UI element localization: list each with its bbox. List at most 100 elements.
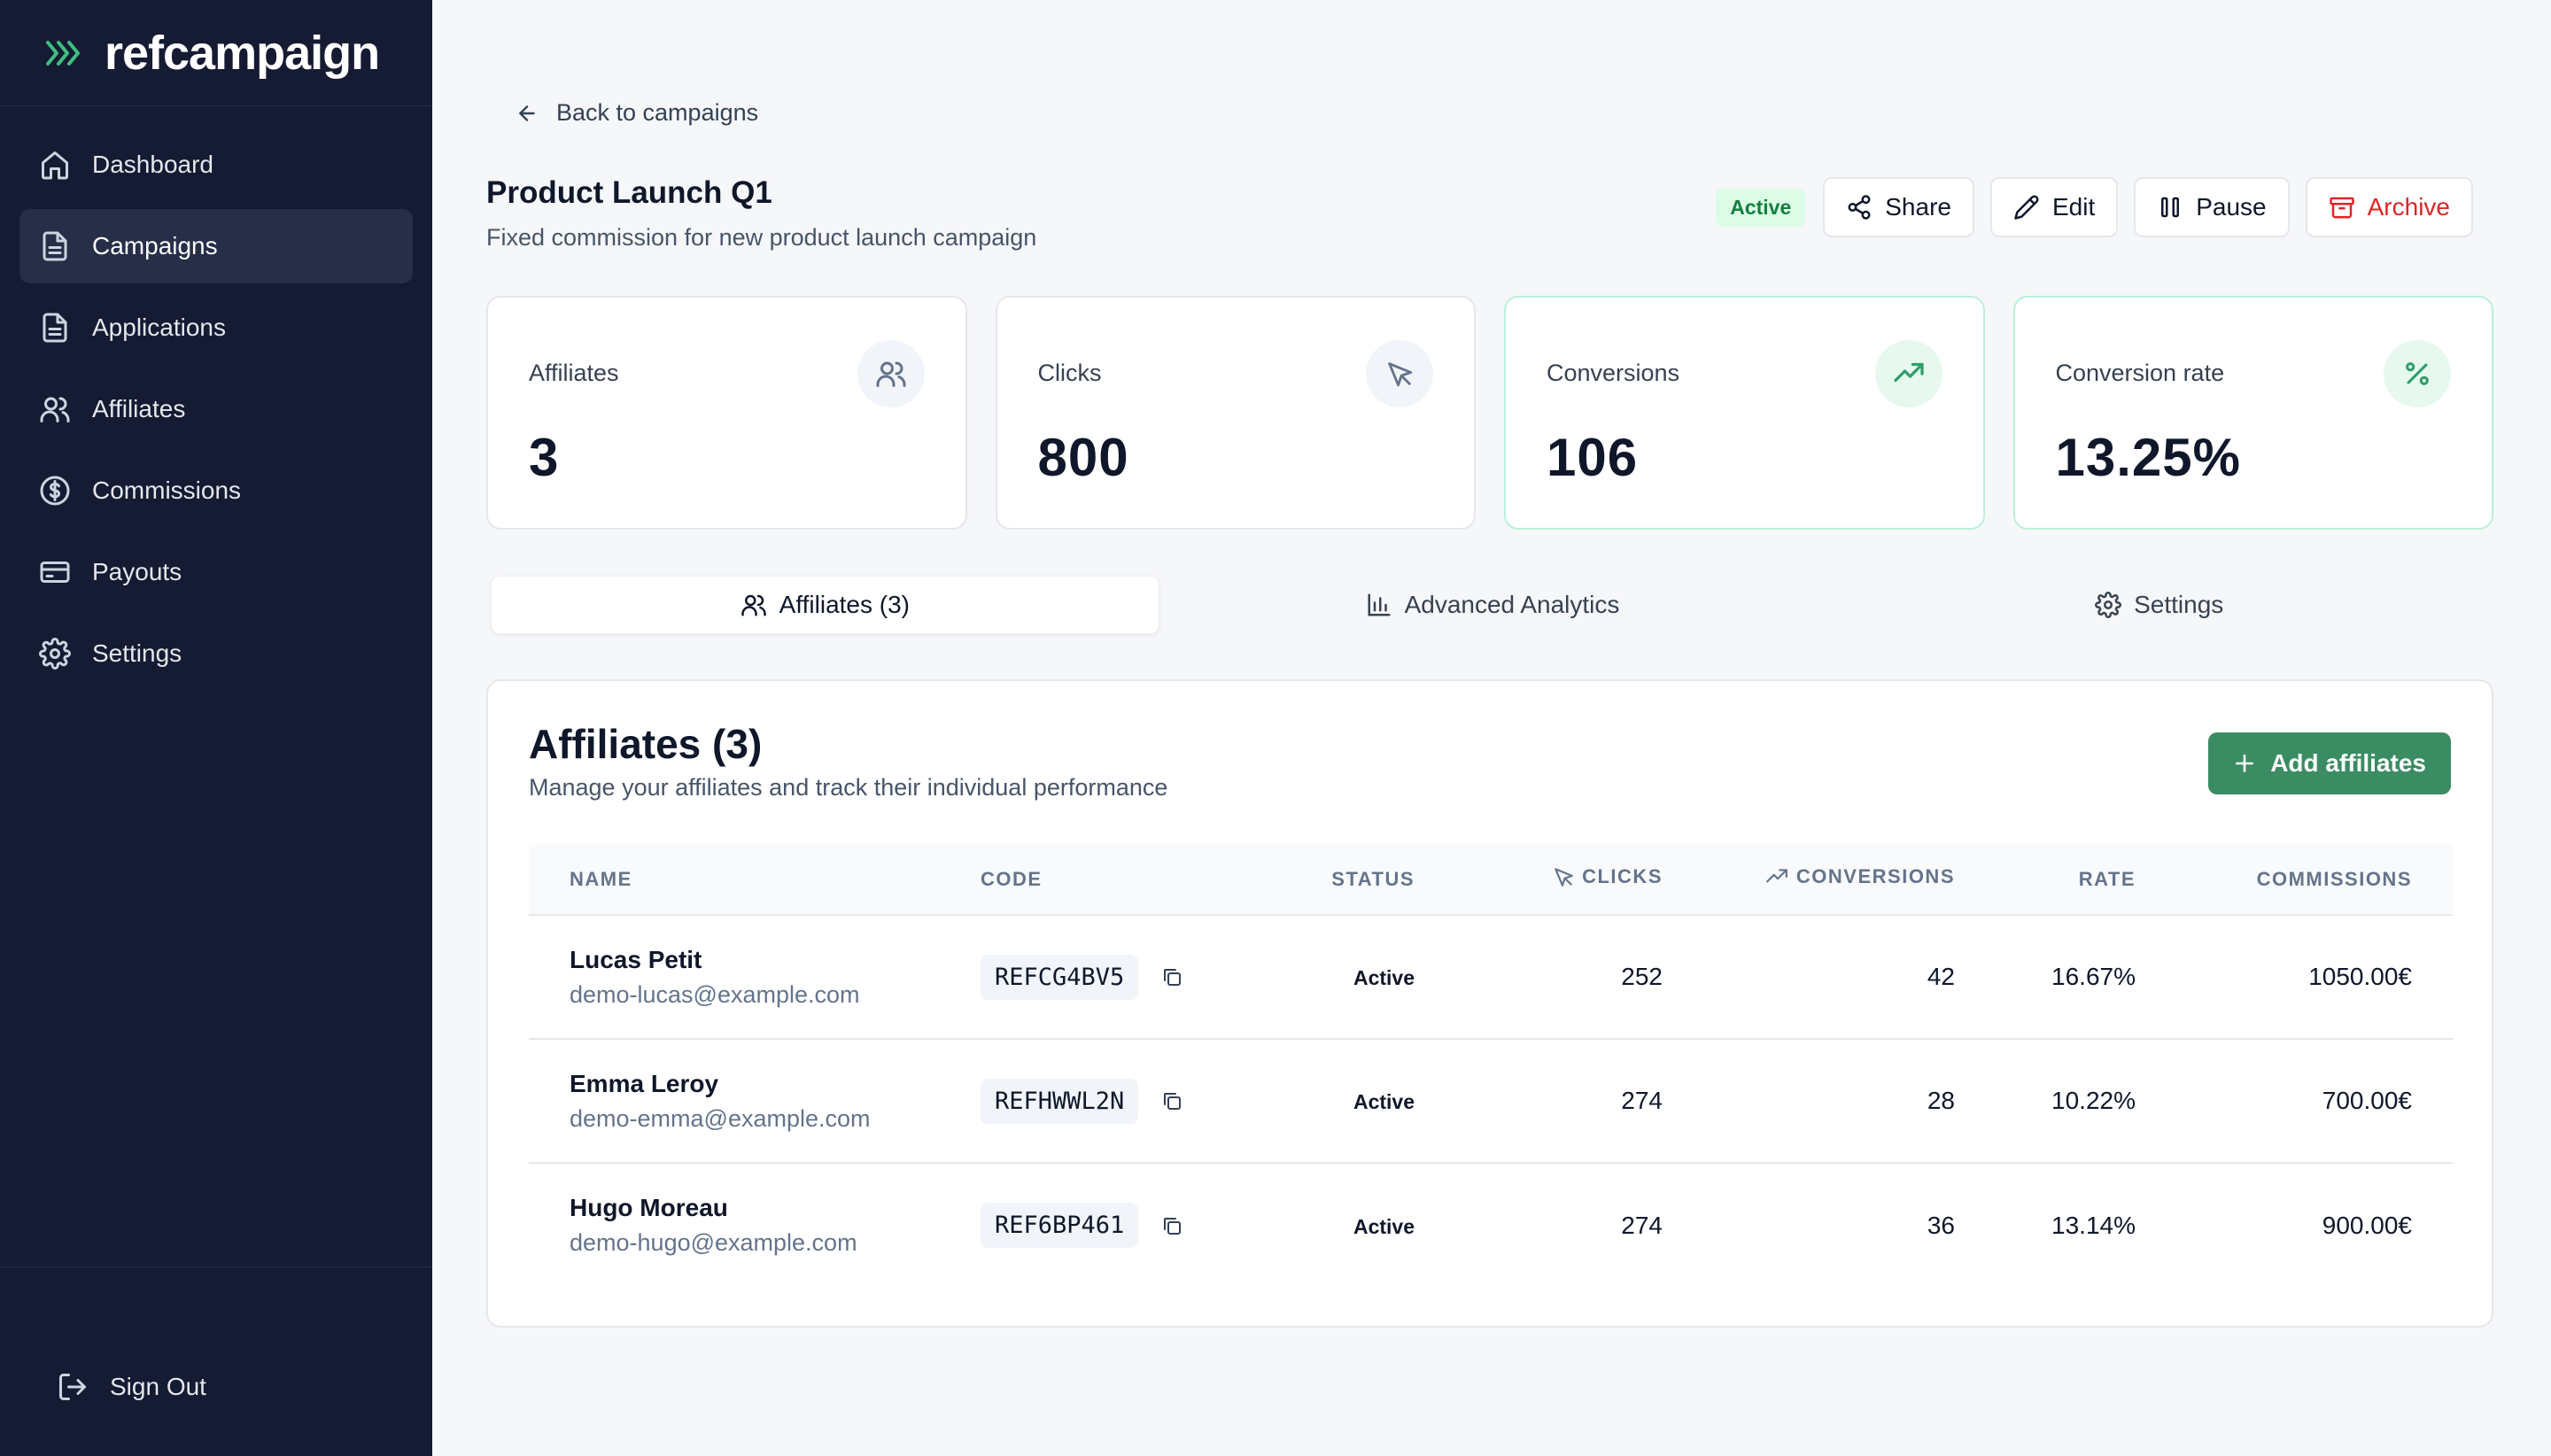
logo-chevrons-icon [44,37,87,69]
cell-affiliate: Hugo Moreau demo-hugo@example.com [529,1163,981,1287]
copy-icon[interactable] [1161,966,1182,987]
header-actions: Active Share Edit Pause Archive [1716,177,2473,237]
cell-clicks: 274 [1621,1211,1663,1239]
sidebar-item-label: Campaigns [92,232,218,259]
column-header-commissions[interactable]: Commissions [2136,844,2453,916]
column-header-name[interactable]: Name [529,844,981,916]
campaign-tabs: Affiliates (3) Advanced Analytics Settin… [491,576,2493,634]
cell-code: REFHWWL2N [981,1039,1255,1163]
gear-icon [39,638,71,670]
stat-label: Conversion rate [2055,360,2225,386]
sidebar: refcampaign Dashboard Campaigns Applicat… [0,0,432,1456]
cell-clicks: 274 [1621,1087,1663,1114]
status-badge: Active [1716,188,1806,227]
affiliates-table: Name Code Status Clicks [529,844,2453,1287]
document-icon [39,312,71,344]
sidebar-item-commissions[interactable]: Commissions [19,453,413,528]
stat-card-conversions: Conversions 106 [1504,296,1985,530]
affiliate-name: Emma Leroy [570,1069,719,1097]
column-header-rate[interactable]: Rate [1955,844,2136,916]
stat-card-clicks: Clicks 800 [995,296,1476,530]
add-affiliates-label: Add affiliates [2270,749,2426,777]
brand-name: refcampaign [105,26,380,80]
tab-label: Advanced Analytics [1404,591,1620,618]
cell-commissions: 1050.00€ [2308,963,2412,990]
stat-value: 800 [1037,428,1129,487]
sidebar-item-label: Commissions [92,476,242,504]
cell-conversions: 36 [1927,1211,1955,1239]
stat-label: Conversions [1547,360,1680,386]
sidebar-footer: Sign Out [0,1266,432,1456]
sign-out-button[interactable]: Sign Out [57,1371,206,1403]
brand[interactable]: refcampaign [0,0,432,106]
cursor-icon [1366,340,1433,407]
column-header-status[interactable]: Status [1255,844,1415,916]
trending-up-icon [1874,340,1942,407]
stat-label: Clicks [1037,360,1102,386]
cell-affiliate: Lucas Petit demo-lucas@example.com [529,915,981,1039]
sidebar-item-settings[interactable]: Settings [19,616,413,691]
document-icon [39,230,71,262]
cell-clicks: 252 [1621,963,1663,990]
column-header-label: Conversions [1795,864,1955,887]
column-header-conversions[interactable]: Conversions [1663,844,1955,916]
stats-row: Affiliates 3 Clicks 800 Conversions 106 … [486,296,2493,530]
edit-label: Edit [2051,193,2096,221]
dollar-circle-icon [39,475,71,507]
cursor-icon [1552,865,1575,888]
table-row[interactable]: Lucas Petit demo-lucas@example.com REFCG… [529,915,2453,1039]
users-icon [857,340,925,407]
sidebar-item-affiliates[interactable]: Affiliates [19,372,413,446]
table-row[interactable]: Emma Leroy demo-emma@example.com REFHWWL… [529,1039,2453,1163]
back-label: Back to campaigns [556,99,759,126]
sidebar-item-payouts[interactable]: Payouts [19,535,413,609]
trending-up-icon [1764,865,1789,888]
panel-subtitle: Manage your affiliates and track their i… [529,774,1168,801]
gear-icon [2095,592,2122,618]
tab-affiliates[interactable]: Affiliates (3) [491,576,1159,634]
stat-card-conversion-rate: Conversion rate 13.25% [2012,296,2493,530]
log-out-icon [57,1371,89,1403]
referral-code: REFHWWL2N [981,1078,1139,1124]
users-icon [39,393,71,425]
status-text: Active [1353,1090,1415,1113]
stat-value: 3 [529,428,560,487]
affiliate-email: demo-emma@example.com [570,1104,871,1132]
stat-label: Affiliates [529,360,619,386]
tab-advanced-analytics[interactable]: Advanced Analytics [1159,576,1826,634]
stat-value: 106 [1547,428,1639,487]
tab-settings[interactable]: Settings [1826,576,2493,634]
sidebar-item-label: Applications [92,314,226,341]
column-header-clicks[interactable]: Clicks [1415,844,1663,916]
sign-out-label: Sign Out [110,1373,206,1400]
affiliate-name: Lucas Petit [570,945,702,973]
cell-status: Active [1255,1163,1415,1287]
share-button[interactable]: Share [1823,177,1974,237]
archive-button[interactable]: Archive [2305,177,2473,237]
sidebar-nav: Dashboard Campaigns Applications Affilia… [0,106,432,691]
sidebar-item-label: Dashboard [92,151,213,178]
users-icon [740,592,767,618]
percent-icon [2384,340,2451,407]
sidebar-item-campaigns[interactable]: Campaigns [19,209,413,283]
table-row[interactable]: Hugo Moreau demo-hugo@example.com REF6BP… [529,1163,2453,1287]
pause-icon [2157,194,2183,221]
cell-conversions: 28 [1927,1087,1955,1114]
cell-code: REF6BP461 [981,1163,1255,1287]
edit-button[interactable]: Edit [1989,177,2119,237]
copy-icon[interactable] [1161,1090,1182,1111]
copy-icon[interactable] [1161,1215,1182,1236]
page-subtitle: Fixed commission for new product launch … [486,224,1037,251]
table-header-row: Name Code Status Clicks [529,844,2453,916]
back-to-campaigns-link[interactable]: Back to campaigns [516,99,758,127]
column-header-label: Clicks [1582,864,1663,887]
stat-value: 13.25% [2055,428,2241,487]
sidebar-item-applications[interactable]: Applications [19,290,413,365]
column-header-code[interactable]: Code [981,844,1255,916]
sidebar-item-dashboard[interactable]: Dashboard [19,128,413,202]
cell-status: Active [1255,1039,1415,1163]
sidebar-item-label: Payouts [92,558,182,585]
pause-button[interactable]: Pause [2134,177,2290,237]
add-affiliates-button[interactable]: Add affiliates [2208,732,2451,794]
cell-rate: 13.14% [2051,1211,2136,1239]
